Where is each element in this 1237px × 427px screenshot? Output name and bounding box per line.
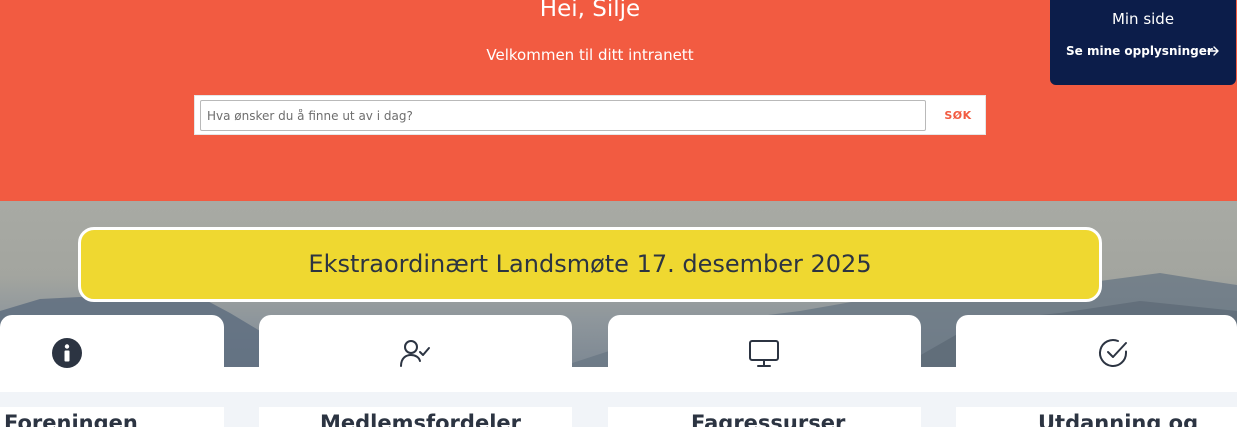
see-my-info-link[interactable]: Se mine opplysninger	[1066, 44, 1213, 58]
announcement-banner[interactable]: Ekstraordinært Landsmøte 17. desember 20…	[78, 227, 1102, 302]
card-divider	[0, 392, 224, 407]
info-circle-icon	[52, 338, 82, 368]
search-bar: SØK	[194, 95, 986, 135]
min-side-title: Min side	[1111, 10, 1175, 28]
card-medlemsfordeler[interactable]: Medlemsfordeler	[259, 315, 572, 427]
user-check-icon	[400, 340, 430, 367]
card-utdanning[interactable]: Utdanning og	[956, 315, 1237, 427]
card-title: Utdanning og	[1038, 411, 1199, 427]
monitor-icon	[749, 340, 779, 367]
gap-fill	[224, 392, 259, 427]
gap-fill	[572, 392, 608, 427]
min-side-panel: Min side Se mine opplysninger	[1050, 0, 1236, 85]
check-circle-icon	[1099, 339, 1127, 367]
search-button[interactable]: SØK	[933, 100, 983, 131]
welcome-subtitle: Velkommen til ditt intranett	[486, 46, 694, 64]
gap-fill	[921, 392, 956, 427]
card-title: Fagressurser	[691, 411, 846, 427]
card-divider	[956, 392, 1237, 407]
page-title: Hei, Silje	[539, 0, 641, 22]
card-title: Medlemsfordeler	[320, 411, 521, 427]
card-divider	[608, 392, 921, 407]
arrow-right-icon[interactable]	[1206, 44, 1220, 58]
card-foreningen[interactable]: Foreningen	[0, 315, 224, 427]
banner-text: Ekstraordinært Landsmøte 17. desember 20…	[308, 250, 872, 278]
card-divider	[259, 392, 572, 407]
card-fagressurser[interactable]: Fagressurser	[608, 315, 921, 427]
search-input[interactable]	[200, 100, 926, 131]
card-title: Foreningen	[4, 411, 138, 427]
